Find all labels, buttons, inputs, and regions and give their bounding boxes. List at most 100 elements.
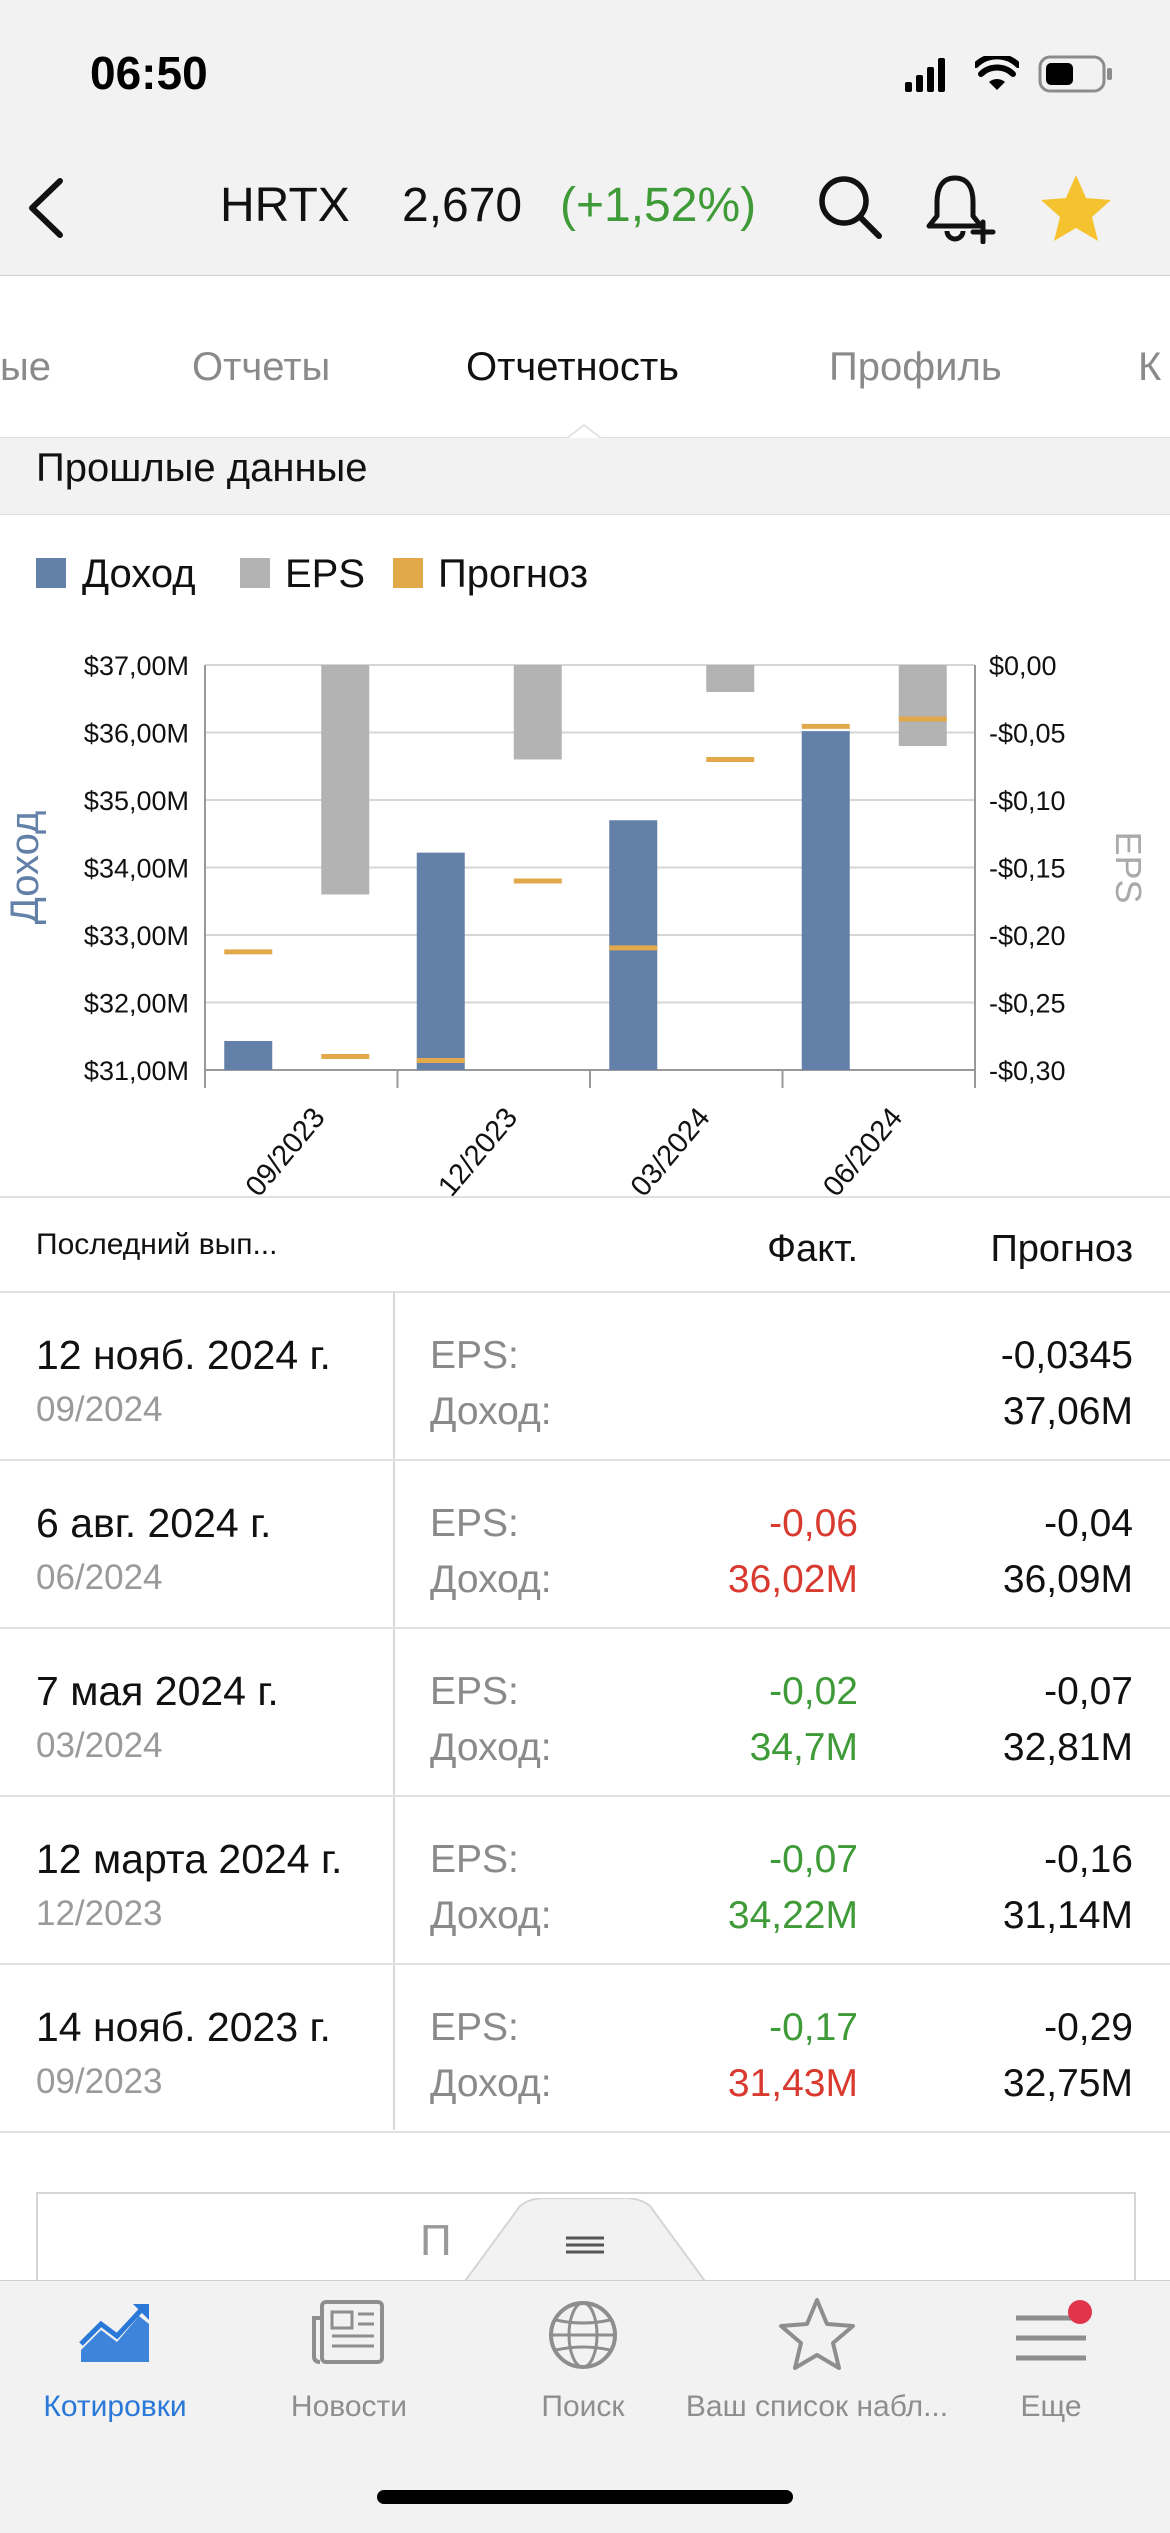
row-eps-forecast: -0,29	[1044, 2006, 1133, 2049]
row-revenue-forecast: 32,75M	[1002, 2062, 1133, 2105]
row-revenue-forecast: 37,06M	[1002, 1390, 1133, 1433]
search-icon[interactable]	[815, 172, 885, 242]
status-time: 06:50	[90, 47, 208, 99]
row-revenue-actual: 34,7M	[749, 1726, 858, 1769]
table-row-divider	[0, 1627, 1170, 1629]
y-tick-label: $34,00M	[84, 854, 189, 884]
price-change: (+1,52%)	[560, 179, 757, 232]
star-outline-icon	[779, 2298, 855, 2370]
row-eps-actual: -0,02	[769, 1670, 858, 1713]
row-date: 7 мая 2024 г.	[36, 1668, 279, 1714]
revenue-bar	[224, 1040, 273, 1070]
y-tick-label: $37,00M	[84, 651, 189, 681]
row-eps-forecast: -0,07	[1044, 1670, 1133, 1713]
y2-axis-title: EPS	[1108, 831, 1149, 903]
legend-swatch-revenue	[36, 558, 66, 588]
row-revenue-label: Доход:	[430, 1726, 552, 1769]
row-period: 06/2024	[36, 1558, 163, 1597]
eps-bar	[898, 665, 947, 746]
y-axis-title: Доход	[3, 811, 47, 925]
x-tick-label: 03/2024	[625, 1102, 717, 1200]
row-revenue-actual: 36,02M	[727, 1558, 858, 1601]
x-tick-label: 09/2023	[240, 1102, 332, 1200]
tab-reports[interactable]: Отчеты	[192, 345, 330, 390]
y2-tick-label: -$0,30	[989, 1056, 1066, 1086]
legend-label-eps: EPS	[285, 552, 366, 596]
revenue-bar	[801, 731, 850, 1070]
tab-profile[interactable]: Профиль	[829, 345, 1002, 390]
row-date: 14 нояб. 2023 г.	[36, 2004, 331, 2050]
row-period: 09/2024	[36, 1390, 163, 1429]
row-period: 12/2023	[36, 1894, 163, 1933]
row-revenue-forecast: 36,09M	[1002, 1558, 1133, 1601]
earnings-chart: $37,00M $0,00 $36,00M -$0,05 $35,00M -$0,10 $3…	[3, 651, 1149, 1200]
y-tick-label: $35,00M	[84, 786, 189, 816]
drawer-handle[interactable]	[460, 2198, 710, 2288]
table-row-divider	[0, 2131, 1170, 2133]
row-revenue-label: Доход:	[430, 1390, 552, 1433]
row-revenue-label: Доход:	[430, 1894, 552, 1937]
eps-bar	[706, 665, 755, 692]
y2-tick-label: -$0,25	[989, 989, 1066, 1019]
tab-financials[interactable]: Отчетность	[466, 345, 679, 390]
row-eps-actual: -0,17	[769, 2006, 858, 2049]
wifi-icon	[975, 56, 1019, 90]
menu-icon	[1016, 2300, 1092, 2361]
row-eps-actual: -0,07	[769, 1838, 858, 1881]
back-chevron-icon[interactable]	[22, 175, 66, 241]
row-revenue-label: Доход:	[430, 2062, 552, 2105]
battery-icon	[1038, 55, 1112, 93]
row-eps-label: EPS:	[430, 1670, 519, 1713]
row-eps-label: EPS:	[430, 1502, 519, 1545]
row-eps-label: EPS:	[430, 1334, 519, 1377]
table-row-divider	[0, 1963, 1170, 1965]
legend-label-forecast: Прогноз	[438, 552, 589, 596]
row-revenue-label: Доход:	[430, 1558, 552, 1601]
home-indicator[interactable]	[377, 2490, 793, 2504]
row-eps-forecast: -0,04	[1044, 1502, 1133, 1545]
col-header-actual: Факт.	[767, 1228, 858, 1270]
cellular-signal-icon	[905, 58, 945, 92]
row-period: 09/2023	[36, 2062, 163, 2101]
row-eps-label: EPS:	[430, 1838, 519, 1881]
eps-bar	[321, 665, 370, 895]
revenue-bar	[416, 852, 465, 1070]
y-tick-label: $31,00M	[84, 1056, 189, 1086]
legend-swatch-eps	[240, 558, 270, 588]
x-tick-label: 12/2023	[432, 1102, 524, 1200]
globe-icon	[549, 2301, 617, 2369]
col-header-last-release: Последний вып...	[36, 1228, 278, 1261]
row-period: 03/2024	[36, 1726, 163, 1765]
y2-tick-label: -$0,15	[989, 854, 1066, 884]
row-eps-forecast: -0,16	[1044, 1838, 1133, 1881]
tabbar-label-more: Еще	[1020, 2390, 1082, 2423]
newspaper-icon	[312, 2300, 384, 2364]
row-date: 12 марта 2024 г.	[36, 1836, 343, 1882]
row-revenue-actual: 31,43M	[727, 2062, 858, 2105]
tab-partial-left[interactable]: ые	[0, 345, 51, 390]
add-alert-bell-icon[interactable]	[925, 168, 997, 244]
table-row-divider	[0, 1795, 1170, 1797]
tab-partial-right[interactable]: К	[1138, 345, 1161, 390]
row-eps-actual: -0,06	[769, 1502, 858, 1545]
chart-trend-icon	[79, 2304, 149, 2362]
y2-tick-label: -$0,05	[989, 719, 1066, 749]
row-eps-forecast: -0,0345	[1000, 1334, 1133, 1377]
y2-tick-label: -$0,10	[989, 786, 1066, 816]
table-divider	[0, 1291, 1170, 1293]
row-eps-label: EPS:	[430, 2006, 519, 2049]
y2-tick-label: $0,00	[989, 651, 1057, 681]
y-tick-label: $33,00M	[84, 921, 189, 951]
watchlist-star-icon[interactable]	[1038, 172, 1114, 244]
row-revenue-forecast: 32,81M	[1002, 1726, 1133, 1769]
col-header-forecast: Прогноз	[990, 1228, 1133, 1270]
row-date: 6 авг. 2024 г.	[36, 1500, 272, 1546]
table-divider	[0, 1196, 1170, 1198]
table-column-divider	[393, 1292, 395, 2130]
row-revenue-actual: 34,22M	[727, 1894, 858, 1937]
legend-label-revenue: Доход	[82, 552, 196, 596]
row-date: 12 нояб. 2024 г.	[36, 1332, 331, 1378]
section-title: Прошлые данные	[36, 446, 368, 490]
stock-price: 2,670	[402, 179, 523, 232]
eps-bar	[513, 665, 562, 760]
